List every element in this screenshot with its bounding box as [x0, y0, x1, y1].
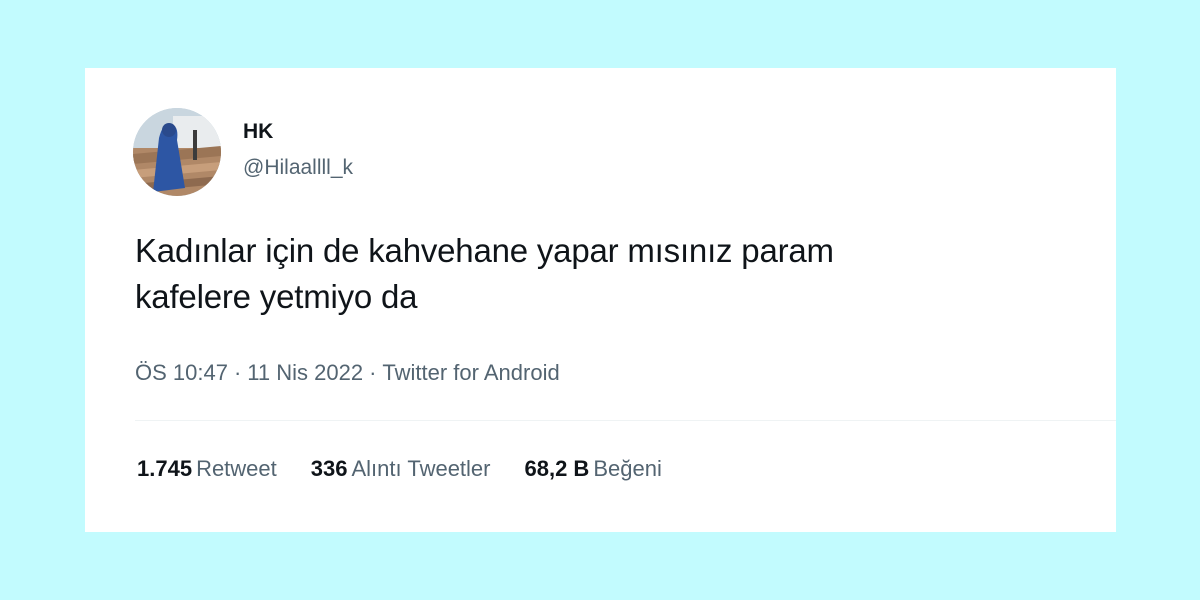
quote-tweets-label: Alıntı Tweetler — [351, 456, 491, 481]
likes-count: 68,2 B — [524, 456, 590, 481]
tweet-source[interactable]: Twitter for Android — [382, 360, 559, 385]
divider — [135, 420, 1116, 421]
tweet-time[interactable]: ÖS 10:47 — [135, 360, 228, 385]
likes-label: Beğeni — [593, 456, 662, 481]
tweet-text: Kadınlar için de kahvehane yapar mısınız… — [135, 228, 1065, 320]
tweet-meta: ÖS 10:47 · 11 Nis 2022 · Twitter for Android — [135, 360, 560, 386]
quote-tweets-stat[interactable]: 336 Alıntı Tweetler — [311, 456, 491, 482]
retweet-stat[interactable]: 1.745 Retweet — [137, 456, 277, 482]
author-handle[interactable]: @Hilaallll_k — [243, 156, 353, 180]
retweet-count: 1.745 — [137, 456, 193, 481]
tweet-text-line: Kadınlar için de kahvehane yapar mısınız… — [135, 232, 834, 269]
tweet-text-line: kafelere yetmiyo da — [135, 278, 418, 315]
avatar[interactable] — [133, 108, 221, 196]
tweet-stats: 1.745 Retweet 336 Alıntı Tweetler 68,2 B Be… — [137, 456, 662, 482]
meta-separator: · — [369, 360, 377, 385]
quote-tweets-count: 336 — [310, 456, 348, 481]
likes-stat[interactable]: 68,2 B Beğeni — [525, 456, 662, 482]
retweet-label: Retweet — [196, 456, 277, 481]
tweet-card: HK @Hilaallll_k Kadınlar için de kahveha… — [85, 68, 1116, 532]
avatar-photo — [133, 108, 221, 196]
meta-separator: · — [233, 360, 242, 385]
tweet-date[interactable]: 11 Nis 2022 — [247, 360, 363, 385]
author-display-name[interactable]: HK — [243, 120, 273, 144]
